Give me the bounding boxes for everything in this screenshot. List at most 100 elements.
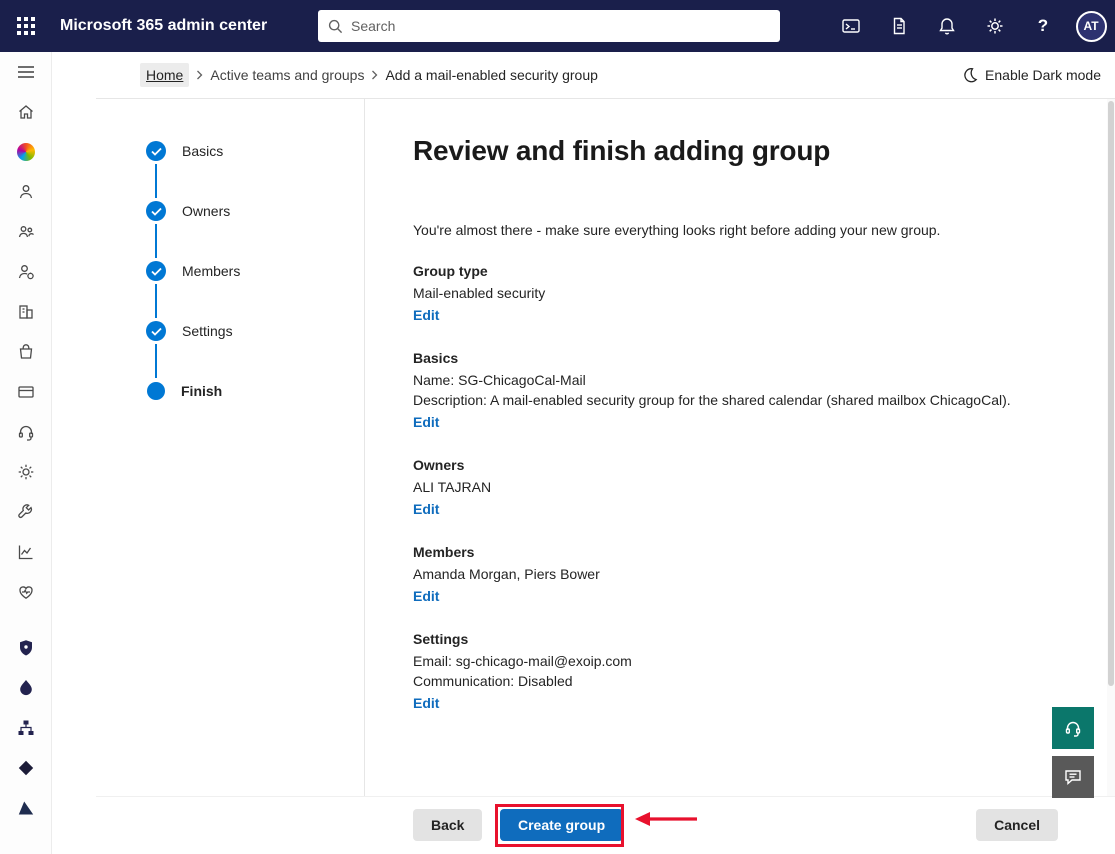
page-title: Review and finish adding group [413, 135, 1107, 167]
bag-icon [16, 342, 36, 362]
breadcrumb-home[interactable]: Home [140, 63, 189, 87]
search-input[interactable] [351, 18, 770, 34]
nav-toggle-button[interactable] [0, 52, 52, 92]
cancel-button[interactable]: Cancel [976, 809, 1058, 841]
step-label: Settings [182, 323, 233, 339]
section-heading: Basics [413, 350, 1107, 366]
step-complete-icon [146, 321, 166, 341]
section-heading: Settings [413, 631, 1107, 647]
dark-mode-toggle[interactable]: Enable Dark mode [962, 67, 1103, 83]
headset-icon [16, 422, 36, 442]
sidebar-item-roles[interactable] [0, 252, 52, 292]
sidebar-item-reports[interactable] [0, 532, 52, 572]
help-fab-button[interactable] [1052, 707, 1094, 749]
back-button[interactable]: Back [413, 809, 482, 841]
section-value: Amanda Morgan, Piers Bower [413, 564, 1107, 584]
credit-card-icon [16, 382, 36, 402]
sidebar-item-exchange[interactable] [0, 748, 52, 788]
sidebar-item-organization[interactable] [0, 292, 52, 332]
moon-icon [962, 67, 978, 83]
search-icon [328, 19, 343, 34]
step-basics[interactable]: Basics [96, 121, 364, 181]
create-group-button[interactable]: Create group [500, 809, 623, 841]
shield-icon [16, 638, 36, 658]
intro-text: You're almost there - make sure everythi… [413, 222, 1107, 238]
sidebar-item-support[interactable] [0, 412, 52, 452]
step-members[interactable]: Members [96, 241, 364, 301]
droplet-icon [16, 678, 36, 698]
headset-icon [1063, 718, 1083, 738]
people-icon [16, 222, 36, 242]
notifications-button[interactable] [923, 0, 971, 52]
sidebar-item-compliance[interactable] [0, 668, 52, 708]
chevron-right-icon [196, 70, 203, 80]
sidebar-item-home[interactable] [0, 92, 52, 132]
sidebar-item-setup[interactable] [0, 492, 52, 532]
help-button[interactable]: ? [1019, 0, 1067, 52]
edit-members-link[interactable]: Edit [413, 588, 439, 604]
vertical-scrollbar[interactable] [1107, 99, 1115, 796]
step-settings[interactable]: Settings [96, 301, 364, 361]
left-nav-rail [0, 52, 52, 854]
step-complete-icon [146, 141, 166, 161]
person-settings-icon [16, 262, 36, 282]
step-current-icon [147, 382, 165, 400]
edit-settings-link[interactable]: Edit [413, 695, 439, 711]
sidebar-item-copilot[interactable] [0, 132, 52, 172]
breadcrumb: Home Active teams and groups Add a mail-… [52, 52, 1115, 98]
step-finish[interactable]: Finish [96, 361, 364, 421]
sidebar-item-settings[interactable] [0, 452, 52, 492]
edit-owners-link[interactable]: Edit [413, 501, 439, 517]
chart-icon [16, 542, 36, 562]
release-notes-button[interactable] [875, 0, 923, 52]
step-complete-icon [146, 201, 166, 221]
document-icon [889, 16, 909, 36]
step-label: Members [182, 263, 240, 279]
sidebar-item-azure[interactable] [0, 788, 52, 828]
step-label: Owners [182, 203, 230, 219]
scrollbar-thumb[interactable] [1108, 101, 1114, 686]
settings-button[interactable] [971, 0, 1019, 52]
search-box[interactable] [318, 10, 780, 42]
sidebar-item-marketplace[interactable] [0, 332, 52, 372]
step-complete-icon [146, 261, 166, 281]
sidebar-item-identity[interactable] [0, 708, 52, 748]
bell-icon [937, 16, 957, 36]
home-icon [16, 102, 36, 122]
waffle-icon [17, 17, 35, 35]
section-members: Members Amanda Morgan, Piers Bower Edit [413, 544, 1107, 606]
avatar: AT [1076, 11, 1107, 42]
edit-group-type-link[interactable]: Edit [413, 307, 439, 323]
terminal-button[interactable] [827, 0, 875, 52]
step-list: Basics Owners Members Settings Finish [96, 121, 364, 421]
dark-mode-label: Enable Dark mode [985, 67, 1101, 83]
feedback-fab-button[interactable] [1052, 756, 1094, 798]
step-label: Basics [182, 143, 223, 159]
diamond-icon [16, 758, 36, 778]
section-heading: Owners [413, 457, 1107, 473]
section-value: Mail-enabled security [413, 283, 1107, 303]
chevron-right-icon [371, 70, 378, 80]
sidebar-item-users[interactable] [0, 172, 52, 212]
buildings-icon [16, 302, 36, 322]
step-owners[interactable]: Owners [96, 181, 364, 241]
breadcrumb-active-teams[interactable]: Active teams and groups [210, 67, 364, 83]
terminal-icon [841, 16, 861, 36]
edit-basics-link[interactable]: Edit [413, 414, 439, 430]
feedback-bubble-icon [1063, 767, 1083, 787]
sidebar-item-security[interactable] [0, 628, 52, 668]
sidebar-item-billing[interactable] [0, 372, 52, 412]
account-button[interactable]: AT [1067, 0, 1115, 52]
section-owners: Owners ALI TAJRAN Edit [413, 457, 1107, 519]
mountain-icon [16, 798, 36, 818]
sidebar-item-teams[interactable] [0, 212, 52, 252]
footer-bar: Back Create group Cancel [52, 796, 1115, 854]
sidebar-item-health[interactable] [0, 572, 52, 612]
section-value: Name: SG-ChicagoCal-Mail [413, 370, 1107, 390]
copilot-icon [17, 143, 35, 161]
app-launcher-button[interactable] [0, 0, 52, 52]
heart-pulse-icon [16, 582, 36, 602]
section-settings: Settings Email: sg-chicago-mail@exoip.co… [413, 631, 1107, 713]
section-value: Description: A mail-enabled security gro… [413, 390, 1107, 410]
annotation-arrow [633, 810, 701, 828]
